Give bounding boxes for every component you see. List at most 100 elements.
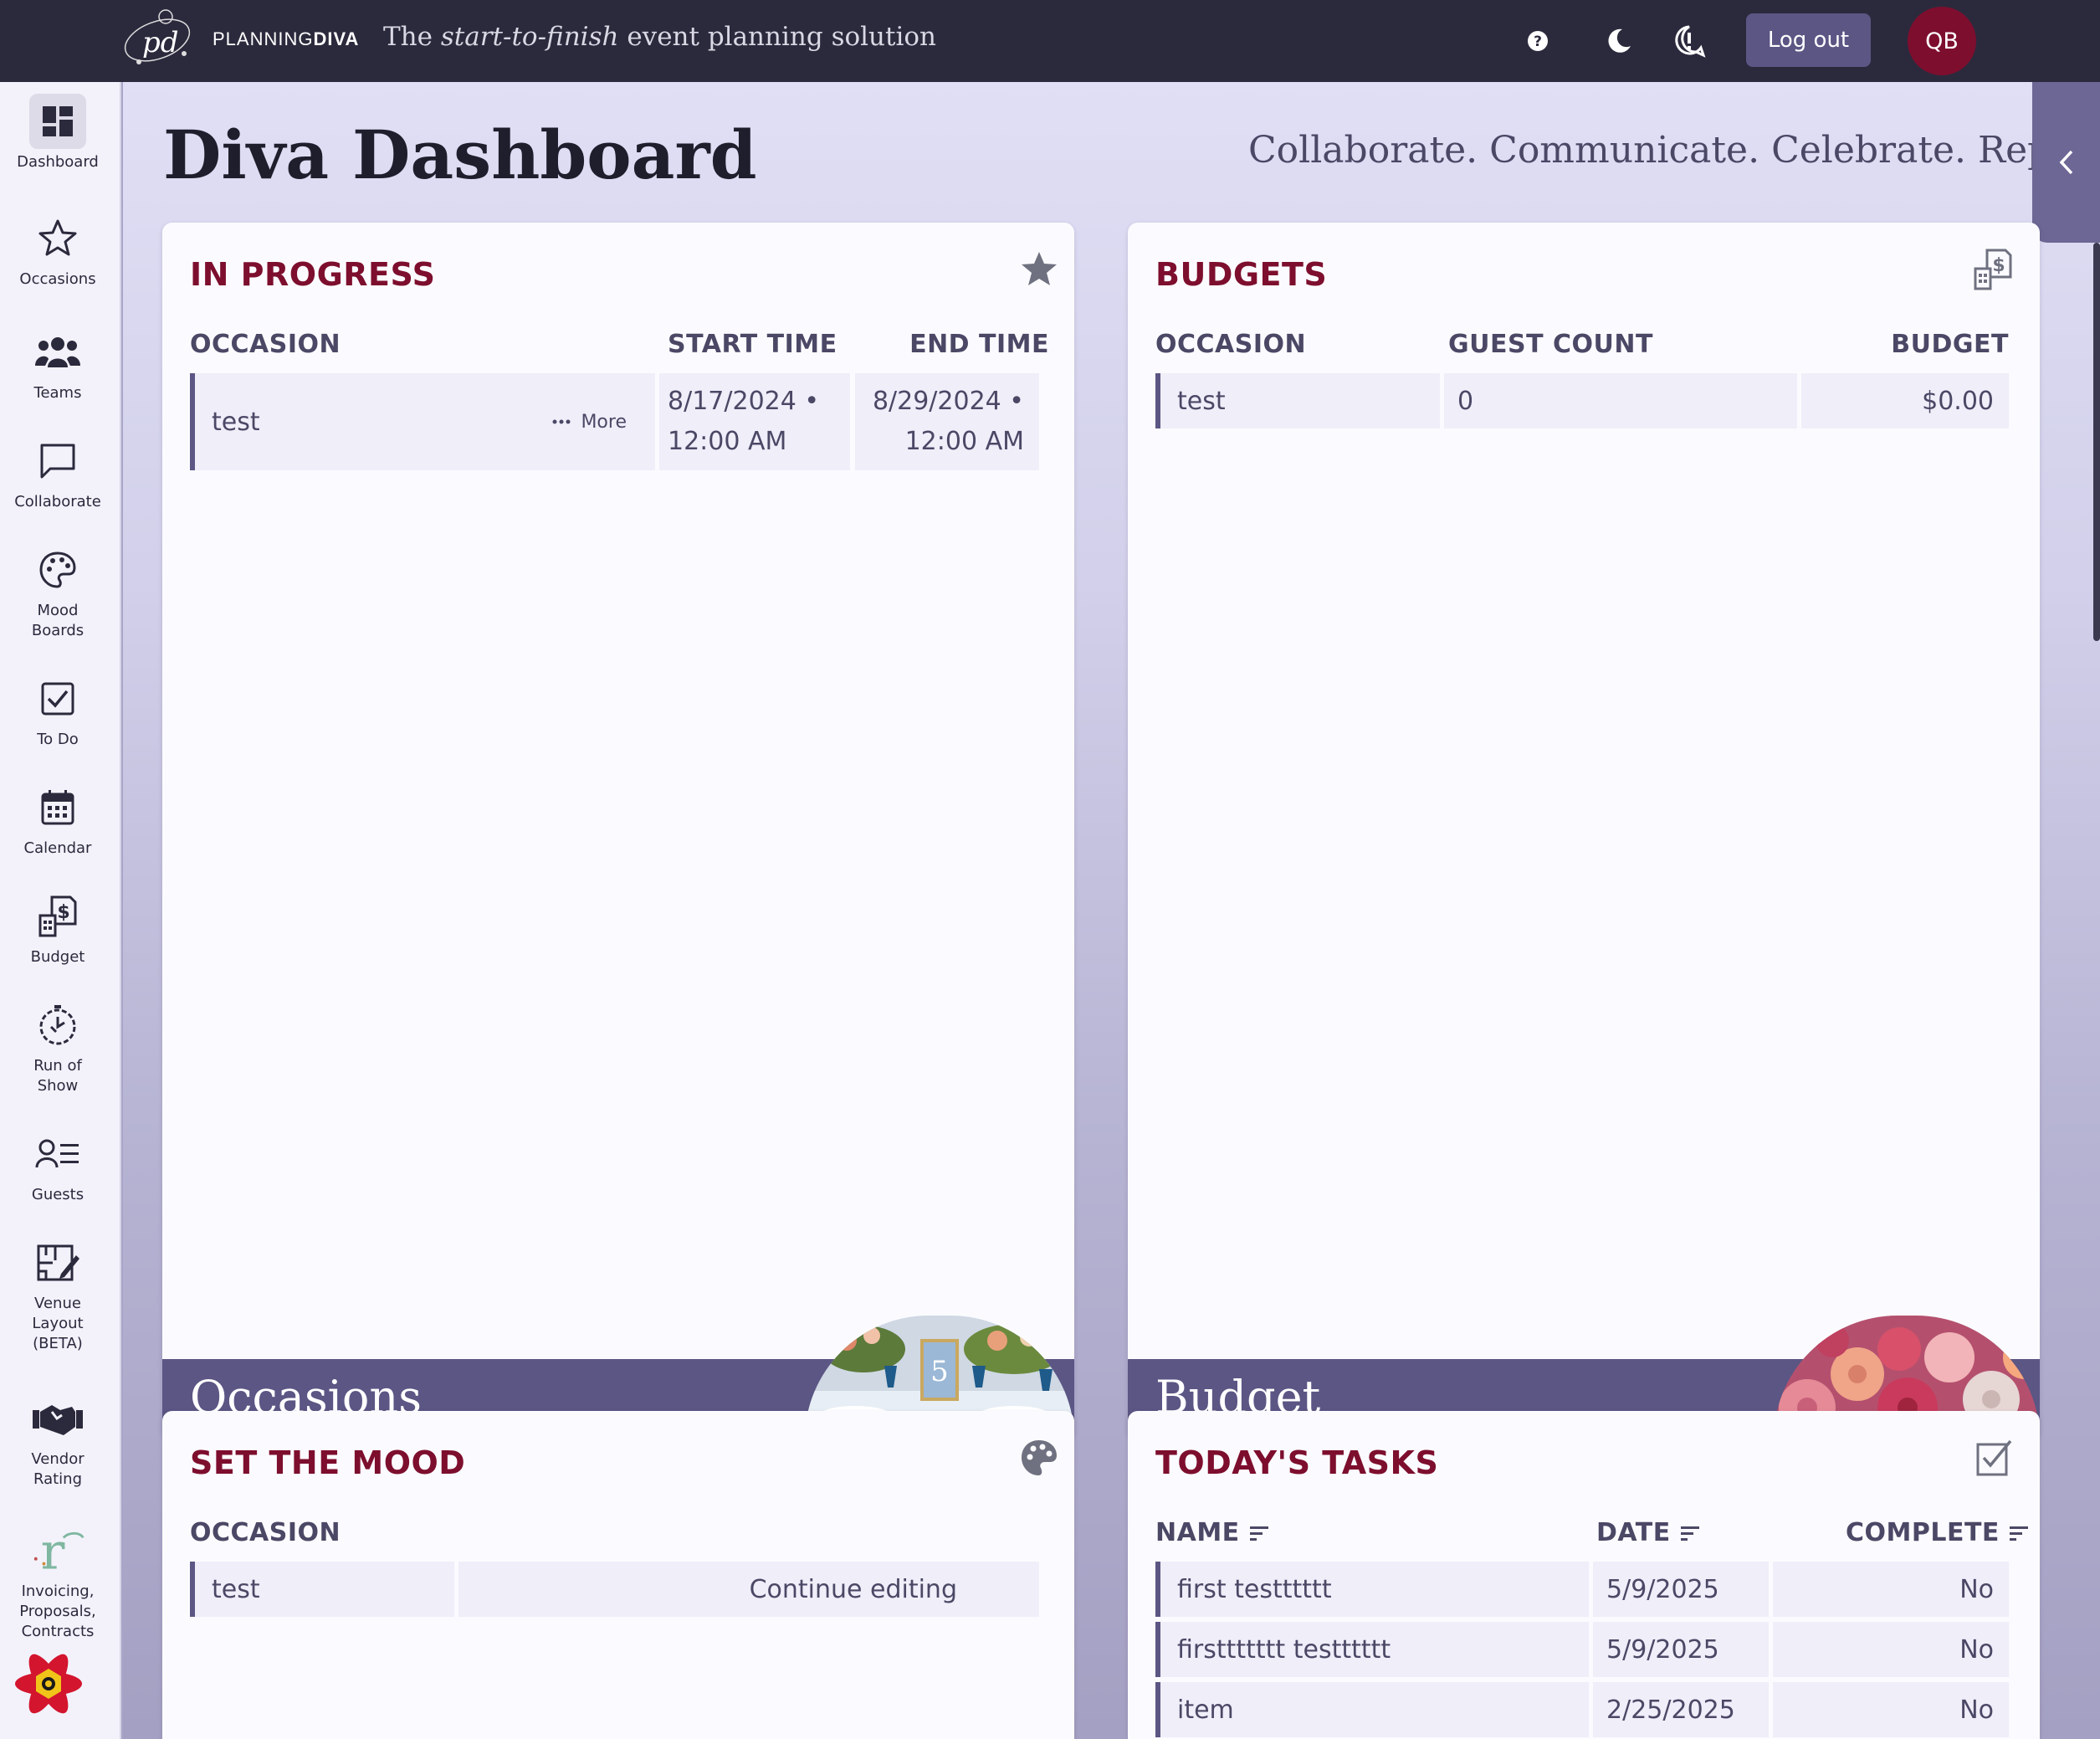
sort-icon xyxy=(1249,1526,1268,1541)
invoicing-logo-icon: r xyxy=(29,1523,86,1578)
collapse-panel-button[interactable] xyxy=(2032,82,2100,243)
ellipsis-icon xyxy=(552,419,571,424)
svg-text:?: ? xyxy=(1534,33,1542,50)
sort-icon xyxy=(1680,1526,1699,1541)
sidebar-item-vendor-rating[interactable]: Vendor Rating xyxy=(0,1391,115,1490)
sidebar-item-label: Mood Boards xyxy=(31,602,85,639)
column-header-budget: BUDGET xyxy=(1891,330,2009,359)
set-the-mood-card: SET THE MOOD OCCASION test Continue edit… xyxy=(162,1411,1074,1739)
guest-count-cell: 0 xyxy=(1444,373,1797,428)
handshake-icon xyxy=(29,1391,86,1446)
card-title: BUDGETS xyxy=(1155,256,1328,293)
sidebar-item-label: To Do xyxy=(37,731,79,748)
task-date-cell: 5/9/2025 xyxy=(1593,1562,1769,1617)
star-icon xyxy=(29,211,86,266)
checkbox-icon xyxy=(29,671,86,726)
svg-text:$: $ xyxy=(1992,255,2005,276)
task-name-cell[interactable]: firsttttttt testttttt xyxy=(1155,1622,1589,1677)
palette-icon[interactable] xyxy=(1016,1434,1063,1481)
sidebar-item-budget[interactable]: $ Budget xyxy=(0,889,115,967)
sidebar-item-teams[interactable]: Teams xyxy=(0,325,115,403)
dark-mode-moon-icon[interactable] xyxy=(1601,23,1636,59)
guest-list-icon xyxy=(29,1126,86,1182)
checklist-icon[interactable] xyxy=(1971,1434,2018,1481)
task-complete-cell: No xyxy=(1773,1562,2009,1617)
task-name-cell[interactable]: first testttttt xyxy=(1155,1562,1589,1617)
card-title: IN PROGRESS xyxy=(190,256,436,293)
task-complete-cell: No xyxy=(1773,1622,2009,1677)
column-header-complete[interactable]: COMPLETE xyxy=(1846,1518,2030,1547)
svg-text:pd: pd xyxy=(142,26,179,59)
card-title: SET THE MOOD xyxy=(190,1444,466,1481)
chat-icon xyxy=(29,433,86,489)
sidebar-item-run-of-show[interactable]: Run of Show xyxy=(0,998,115,1096)
sidebar-item-label: Dashboard xyxy=(17,153,99,171)
sidebar-item-label: Vendor Rating xyxy=(31,1450,85,1488)
task-name-cell[interactable]: item xyxy=(1155,1682,1589,1737)
card-title: TODAY'S TASKS xyxy=(1155,1444,1439,1481)
sidebar-item-guests[interactable]: Guests xyxy=(0,1126,115,1205)
budgets-card: BUDGETS $ OCCASION GUEST COUNT BUDGET te… xyxy=(1128,223,2040,1439)
sidebar-item-mood-boards[interactable]: Mood Boards xyxy=(0,542,115,641)
top-bar: pd PLANNINGDIVA The start-to-finish even… xyxy=(0,0,2100,82)
sidebar-item-label: Occasions xyxy=(19,270,96,288)
sidebar-item-to-do[interactable]: To Do xyxy=(0,671,115,750)
sidebar: Dashboard Occasions Teams Collaborate Mo… xyxy=(0,82,121,1739)
sidebar-item-label: Guests xyxy=(31,1186,85,1203)
budget-icon: $ xyxy=(29,889,86,944)
column-header-occasion: OCCASION xyxy=(190,1518,341,1547)
main-content: Diva Dashboard Collaborate. Communicate.… xyxy=(123,82,2100,1739)
svg-text:r: r xyxy=(41,1526,65,1576)
column-header-date[interactable]: DATE xyxy=(1596,1518,1701,1547)
sidebar-item-calendar[interactable]: Calendar xyxy=(0,780,115,859)
svg-text:5: 5 xyxy=(930,1355,949,1388)
column-header-occasion: OCCASION xyxy=(1155,330,1307,359)
table-row-occasion-cell[interactable]: test xyxy=(190,1562,454,1617)
sidebar-item-dashboard[interactable]: Dashboard xyxy=(0,94,115,172)
continue-editing-link[interactable]: Continue editing xyxy=(458,1562,1039,1617)
dashboard-icon xyxy=(29,94,86,149)
column-header-guest-count: GUEST COUNT xyxy=(1448,330,1653,359)
sidebar-item-invoicing[interactable]: r Invoicing, Proposals, Contracts xyxy=(0,1523,115,1642)
table-row-occasion-cell[interactable]: test xyxy=(1155,373,1440,428)
table-row-occasion-cell[interactable]: test More xyxy=(190,373,655,470)
sidebar-item-collaborate[interactable]: Collaborate xyxy=(0,433,115,512)
sidebar-item-venue-layout[interactable]: Venue Layout (BETA) xyxy=(0,1235,115,1354)
calendar-icon xyxy=(29,780,86,835)
sidebar-item-label: Budget xyxy=(30,948,85,966)
sidebar-item-label: Venue Layout (BETA) xyxy=(32,1295,84,1352)
budget-icon[interactable]: $ xyxy=(1969,246,2016,293)
palette-icon xyxy=(29,542,86,598)
stopwatch-icon xyxy=(29,998,86,1053)
sort-icon xyxy=(2009,1526,2028,1541)
sidebar-item-label: Invoicing, Proposals, Contracts xyxy=(19,1583,96,1640)
sidebar-item-label: Calendar xyxy=(23,839,92,857)
budget-cell: $0.00 xyxy=(1801,373,2009,428)
user-avatar[interactable]: QB xyxy=(1908,7,1976,75)
sidebar-item-label: Collaborate xyxy=(14,493,101,510)
column-header-start-time: START TIME xyxy=(668,330,837,359)
page-tagline: Collaborate. Communicate. Celebrate. Rep… xyxy=(1248,129,2100,172)
todays-tasks-card: TODAY'S TASKS NAME DATE COMPLETE first t… xyxy=(1128,1411,2040,1739)
chevron-left-icon xyxy=(2059,150,2072,175)
column-header-end-time: END TIME xyxy=(909,330,1049,359)
occasion-name: test xyxy=(212,407,260,437)
help-icon[interactable]: ? xyxy=(1520,23,1555,59)
header-tagline: The start-to-finish event planning solut… xyxy=(383,22,937,52)
sidebar-item-occasions[interactable]: Occasions xyxy=(0,211,115,290)
page-scrollbar[interactable] xyxy=(2093,243,2100,641)
start-time-cell: 8/17/2024 • 12:00 AM xyxy=(659,373,850,470)
logout-button[interactable]: Log out xyxy=(1746,13,1871,67)
feedback-icon[interactable] xyxy=(1672,23,1707,59)
more-button[interactable]: More xyxy=(552,412,627,433)
sidebar-item-label: Run of Show xyxy=(33,1057,82,1095)
planning-diva-logo-icon[interactable]: pd xyxy=(107,3,207,70)
column-header-name[interactable]: NAME xyxy=(1155,1518,1270,1547)
task-date-cell: 5/9/2025 xyxy=(1593,1622,1769,1677)
end-time-cell: 8/29/2024 • 12:00 AM xyxy=(855,373,1039,470)
column-header-occasion: OCCASION xyxy=(190,330,341,359)
task-date-cell: 2/25/2025 xyxy=(1593,1682,1769,1737)
star-icon[interactable] xyxy=(1016,246,1063,293)
task-complete-cell: No xyxy=(1773,1682,2009,1737)
svg-text:$: $ xyxy=(57,902,69,923)
